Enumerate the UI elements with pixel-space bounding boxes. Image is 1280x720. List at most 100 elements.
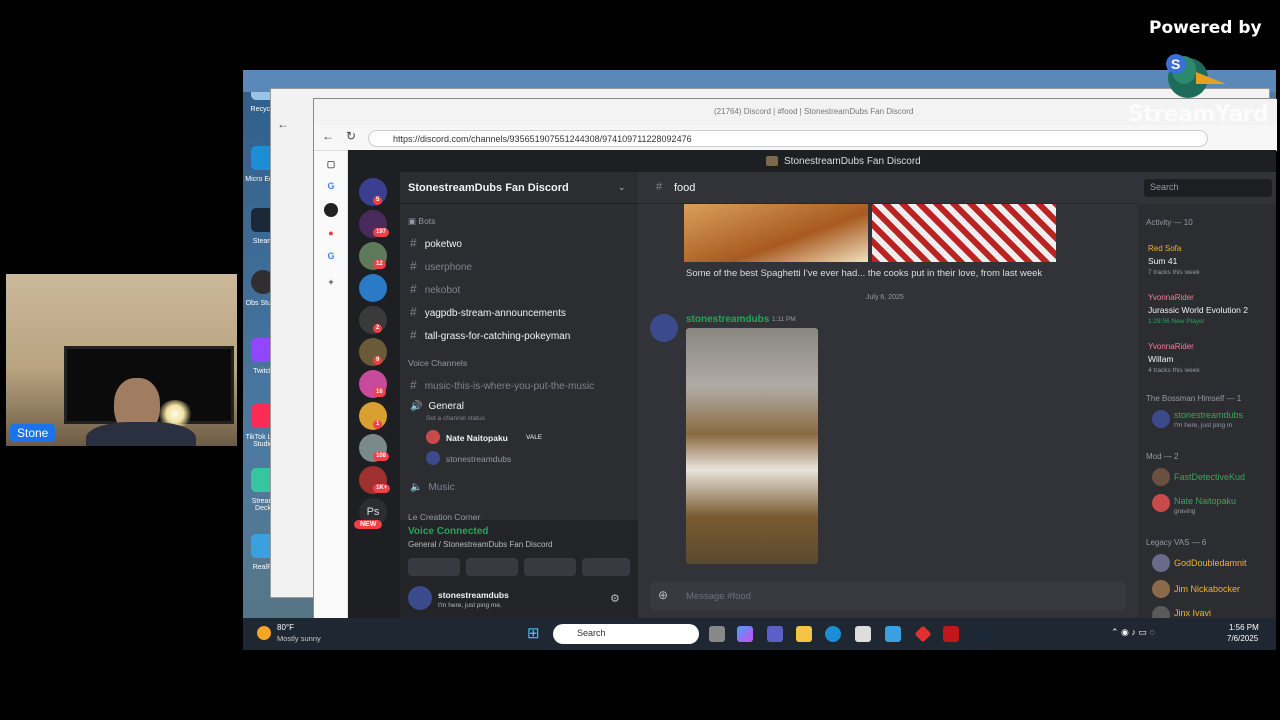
clock-time[interactable]: 1:56 PM (1229, 623, 1259, 632)
voice-channel-music[interactable]: 🔈 Music (410, 482, 455, 493)
store-icon[interactable] (855, 626, 871, 642)
spaghetti-photo[interactable] (684, 204, 868, 262)
taskbar-search[interactable]: Search (553, 624, 699, 644)
clock-date[interactable]: 7/6/2025 (1227, 634, 1258, 643)
github-icon[interactable] (324, 203, 338, 217)
activity-user[interactable]: YvonnaRider (1148, 342, 1194, 351)
activity-user[interactable]: Red Sofa (1148, 244, 1181, 253)
category-label: Bots (418, 216, 436, 226)
chevron-down-icon[interactable]: ⌄ (618, 182, 626, 193)
steam-icon[interactable] (973, 626, 989, 642)
server-icon (766, 156, 778, 166)
channel-label: Music (428, 482, 455, 493)
spaghetti-photo-2[interactable] (872, 204, 1056, 262)
channel-label: nekobot (424, 285, 461, 296)
avatar[interactable] (1152, 606, 1170, 618)
server-badge: 1K+ (373, 484, 391, 493)
date-divider: July 6, 2025 (866, 294, 904, 301)
channel-userphone[interactable]: # userphone (410, 259, 472, 273)
member-name[interactable]: stonestreamdubs (1174, 410, 1243, 420)
voice-user-name[interactable]: stonestreamdubs (446, 454, 511, 464)
channel-tall-grass[interactable]: # tall-grass-for-catching-pokeyman (410, 328, 570, 342)
voice-panel: Voice Connected General / StonestreamDub… (400, 520, 638, 618)
message-input[interactable]: Message #food (686, 591, 751, 602)
avatar[interactable] (1152, 410, 1170, 428)
member-name[interactable]: Nate Naitopaku (1174, 496, 1236, 506)
member-name[interactable]: FastDetectiveKud (1174, 472, 1245, 482)
server-name[interactable]: StonestreamDubs Fan Discord (400, 172, 638, 204)
google-icon[interactable]: G (324, 249, 338, 263)
plus-icon[interactable]: ⊕ (658, 588, 668, 602)
back-icon[interactable]: ← (322, 129, 334, 143)
window-title: StonestreamDubs Fan Discord (784, 156, 921, 167)
weather-temp[interactable]: 80°F (277, 623, 294, 632)
channel-status[interactable]: Set a channel status (426, 415, 485, 422)
avatar[interactable] (1152, 468, 1170, 486)
server-badge: 12 (373, 260, 386, 269)
channel-nekobot[interactable]: # nekobot (410, 282, 460, 296)
channel-yagpdb-stream-announcements[interactable]: # yagpdb-stream-announcements (410, 305, 566, 319)
server-badge: 2 (373, 324, 383, 333)
avatar[interactable] (1152, 494, 1170, 512)
message-composer[interactable]: ⊕ Message #food (650, 582, 1126, 610)
file-explorer-icon[interactable] (796, 626, 812, 642)
channel-music-text[interactable]: # music-this-is-where-you-put-the-music (410, 378, 594, 392)
back-arrow-icon[interactable]: ← (277, 117, 289, 131)
avatar[interactable] (408, 586, 432, 610)
avatar[interactable] (1152, 554, 1170, 572)
server-icon[interactable] (359, 274, 387, 302)
activity-sub: 7 tracks this week (1148, 269, 1200, 276)
category-voice[interactable]: Voice Channels (408, 358, 467, 368)
channel-label: tall-grass-for-catching-pokeyman (424, 331, 571, 342)
record-icon[interactable]: ● (324, 226, 338, 240)
activity-sub: 4 tracks this week (1148, 367, 1200, 374)
google-icon[interactable]: G (324, 179, 338, 193)
activity-user[interactable]: YvonnaRider (1148, 293, 1194, 302)
address-bar-row: ← ↻ https://discord.com/channels/9356519… (314, 125, 1277, 151)
member-name[interactable]: GodDoubledamnit (1174, 558, 1247, 568)
member-name[interactable]: Jim Nickabocker (1174, 584, 1240, 594)
voice-connected-title[interactable]: Voice Connected (408, 526, 488, 537)
photos-icon[interactable] (885, 626, 901, 642)
system-tray-icons[interactable]: ⌃ ◉ ♪ ▭ ◌ (1111, 627, 1155, 638)
category-bots[interactable]: ▣ Bots (408, 216, 435, 227)
activities-button[interactable] (524, 558, 576, 576)
teams-icon[interactable] (767, 626, 783, 642)
settings-gear-icon[interactable]: ⚙ (610, 592, 620, 605)
edge-icon[interactable] (825, 626, 841, 642)
reload-icon[interactable]: ↻ (346, 129, 356, 143)
streamyard-duck-logo: S (1166, 54, 1226, 98)
camera-off-button[interactable] (408, 558, 460, 576)
voice-user-name[interactable]: Nate Naitopaku (446, 433, 508, 443)
message-author[interactable]: stonestreamdubs (686, 314, 769, 325)
sidebar-tabs-icon[interactable]: ▢ (324, 157, 338, 171)
url-field[interactable]: https://discord.com/channels/93565190755… (368, 130, 1208, 147)
windows-start-icon[interactable]: ⊞ (527, 626, 543, 642)
add-icon[interactable]: + (324, 275, 338, 289)
avatar (426, 430, 440, 444)
tab-title[interactable]: (21764) Discord | #food | StonestreamDub… (714, 107, 913, 116)
server-list: 5 197 12 2 9 16 1 108 1K+ Ps NEW (348, 172, 400, 618)
search-input[interactable]: Search (1144, 179, 1272, 197)
activity-title: Jurassic World Evolution 2 (1148, 305, 1248, 315)
app-icon[interactable] (914, 625, 932, 643)
sun-icon[interactable] (257, 626, 271, 640)
weather-desc: Mostly sunny (277, 634, 321, 643)
server-badge: 197 (373, 228, 390, 237)
voice-channel-general[interactable]: 🔊 General (410, 401, 464, 412)
member-name[interactable]: Jinx Ivavi (1174, 608, 1211, 618)
avatar[interactable] (1152, 580, 1170, 598)
channel-poketwo[interactable]: # poketwo (410, 236, 462, 250)
task-view-icon[interactable] (709, 626, 725, 642)
avatar[interactable] (650, 314, 678, 342)
food-photo[interactable] (686, 328, 818, 564)
mcafee-icon[interactable] (943, 626, 959, 642)
channel-label: userphone (424, 262, 472, 273)
share-screen-button[interactable] (466, 558, 518, 576)
channel-sidebar: StonestreamDubs Fan Discord ⌄ ▣ Bots # po… (400, 172, 638, 618)
webcam-feed (6, 274, 237, 446)
copilot-icon[interactable] (737, 626, 753, 642)
role-header: Mod — 2 (1146, 452, 1179, 461)
activity-sub: 1:29:56 New Player (1148, 318, 1205, 325)
soundboard-button[interactable] (582, 558, 630, 576)
